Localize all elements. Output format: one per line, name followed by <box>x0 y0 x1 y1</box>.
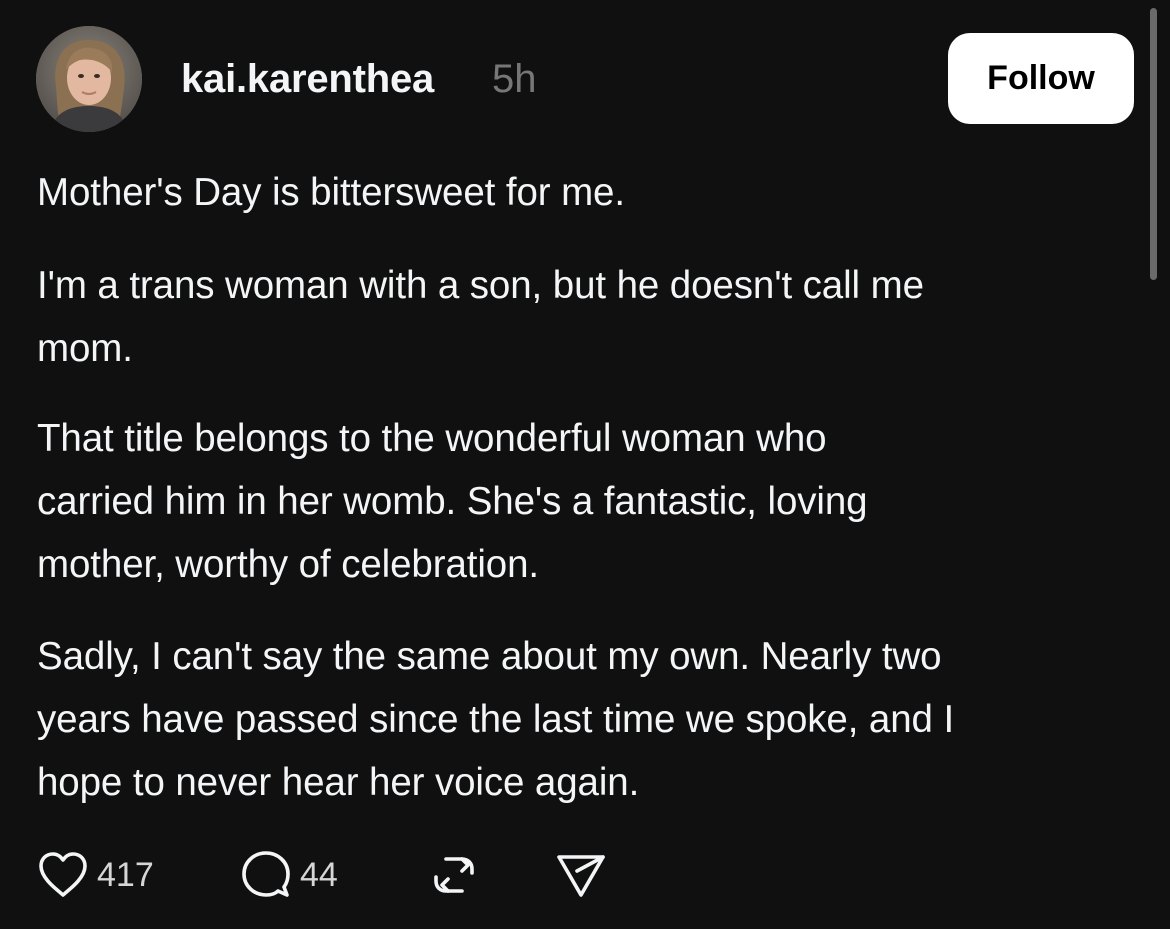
scrollbar[interactable] <box>1150 8 1157 280</box>
repost-icon <box>434 857 474 893</box>
like-button[interactable]: 417 <box>37 840 154 910</box>
follow-button[interactable]: Follow <box>948 33 1134 124</box>
reply-button[interactable]: 44 <box>240 840 338 910</box>
heart-icon <box>39 852 87 897</box>
send-icon <box>557 855 605 897</box>
post-paragraph: That title belongs to the wonderful woma… <box>37 417 868 586</box>
post-actions: 417 44 <box>0 840 700 910</box>
post-paragraph: Sadly, I can't say the same about my own… <box>37 635 955 804</box>
avatar[interactable] <box>36 26 142 132</box>
post-paragraph: I'm a trans woman with a son, but he doe… <box>37 264 924 370</box>
repost-button[interactable] <box>428 840 480 910</box>
post-timestamp: 5h <box>492 57 537 101</box>
comment-icon <box>242 851 290 897</box>
post-paragraph: Mother's Day is bittersweet for me. <box>37 171 625 214</box>
share-button[interactable] <box>555 840 607 910</box>
profile-photo-icon <box>36 26 142 132</box>
like-count: 417 <box>97 856 154 894</box>
post-card: kai.karenthea 5h Follow Mother's Day is … <box>0 0 1170 929</box>
reply-count: 44 <box>300 856 338 894</box>
author-username[interactable]: kai.karenthea <box>181 53 434 105</box>
